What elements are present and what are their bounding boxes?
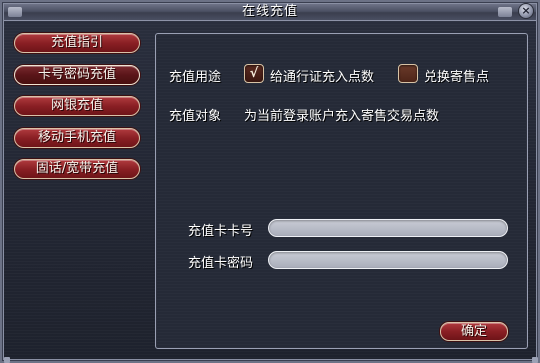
title-bar[interactable]: 在线充值	[4, 4, 536, 21]
corner-ornament-bottom-right	[532, 357, 538, 363]
purpose-label: 充值用途	[169, 70, 222, 85]
sidebar-item-online-bank[interactable]: 网银充值	[14, 96, 140, 116]
sidebar-item-guide[interactable]: 充值指引	[14, 33, 140, 53]
jishou-checkbox[interactable]	[398, 64, 418, 83]
card-number-input[interactable]	[268, 219, 508, 237]
close-button[interactable]: ×	[518, 3, 534, 19]
tongxing-option-label[interactable]: 给通行证充入点数	[270, 66, 374, 85]
card-password-input[interactable]	[268, 251, 508, 269]
card-number-label: 充值卡卡号	[188, 224, 254, 239]
window-title: 在线充值	[241, 4, 298, 19]
tongxing-checkbox[interactable]: √	[244, 64, 264, 83]
recharge-window: 在线充值 × 充值指引 卡号密码充值 网银充值 移动手机充值 固话/宽带充值 充…	[0, 0, 540, 363]
jishou-option-label[interactable]: 兑换寄售点	[424, 66, 489, 85]
confirm-button[interactable]: 确定	[440, 322, 508, 341]
target-label: 充值对象	[169, 109, 222, 124]
target-value: 为当前登录账户充入寄售交易点数	[244, 109, 440, 124]
sidebar-item-card-password[interactable]: 卡号密码充值	[14, 65, 140, 85]
corner-ornament-bottom-left	[4, 357, 10, 363]
sidebar-item-landline-broadband[interactable]: 固话/宽带充值	[14, 159, 140, 179]
card-password-label: 充值卡密码	[188, 256, 254, 271]
sidebar-item-mobile[interactable]: 移动手机充值	[14, 128, 140, 148]
titlebar-ornament-right	[498, 7, 512, 17]
